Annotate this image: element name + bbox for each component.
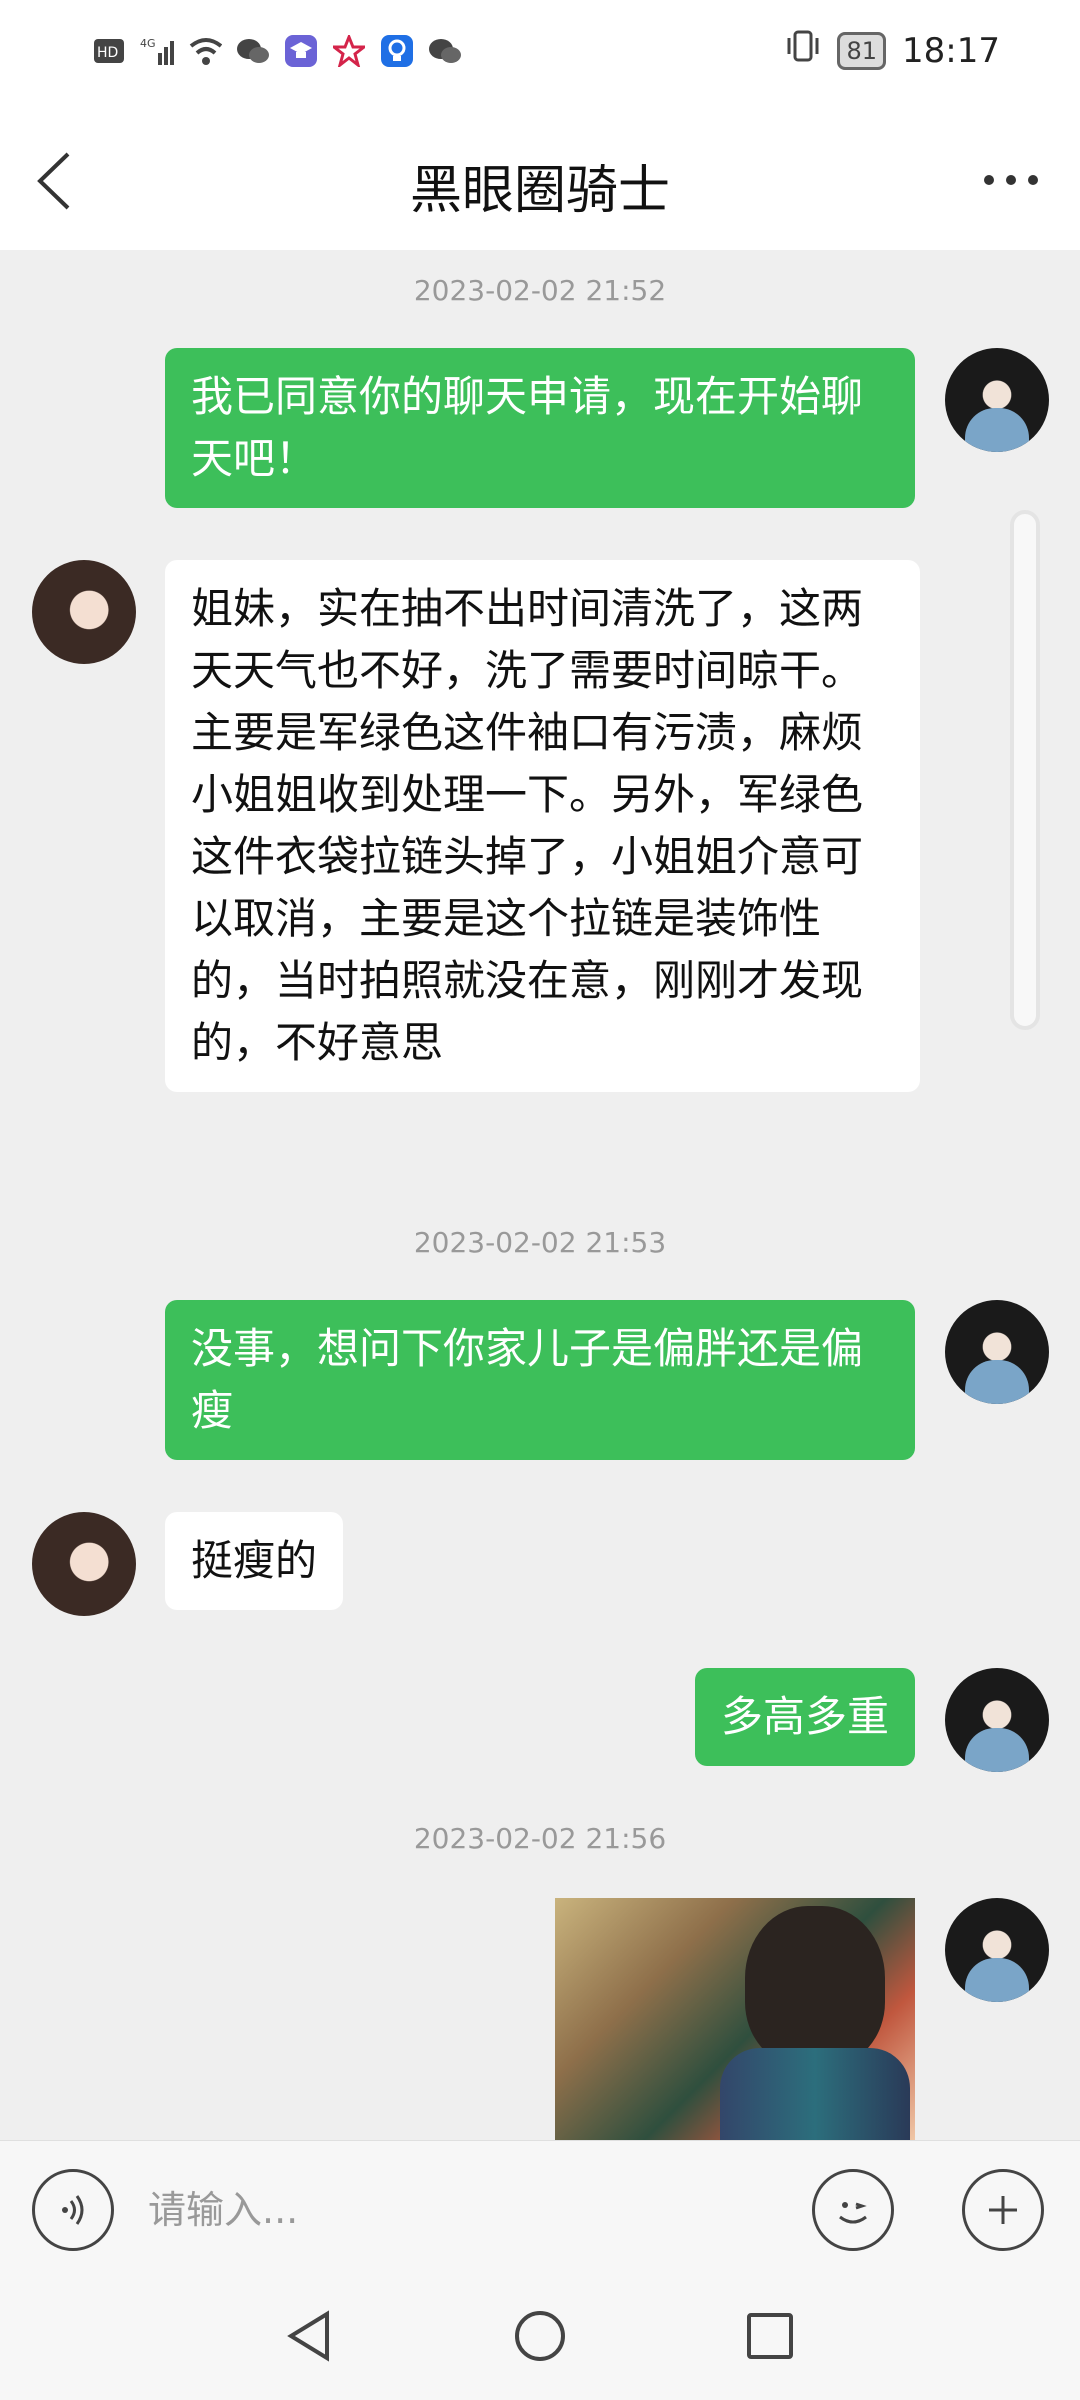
svg-text:4G: 4G <box>140 37 156 50</box>
clock: 18:17 <box>902 30 1000 71</box>
square-recents-icon <box>747 2313 793 2359</box>
nav-back-button[interactable] <box>278 2306 338 2366</box>
my-avatar[interactable] <box>945 1898 1049 2002</box>
input-bar: 请输入... <box>0 2140 1080 2280</box>
circle-home-icon <box>515 2311 565 2361</box>
contact-avatar[interactable] <box>32 1512 136 1616</box>
4g-signal-icon: 4G <box>140 34 174 68</box>
add-button[interactable] <box>962 2169 1044 2251</box>
my-avatar[interactable] <box>945 348 1049 452</box>
wechat-icon <box>236 34 270 68</box>
system-nav-bar <box>0 2280 1080 2400</box>
triangle-back-icon <box>287 2310 329 2362</box>
plus-icon <box>989 2196 1017 2224</box>
scrollbar[interactable] <box>1010 510 1040 1030</box>
timestamp: 2023-02-02 21:52 <box>413 274 667 307</box>
voice-button[interactable] <box>32 2169 114 2251</box>
svg-text:HD: HD <box>97 45 118 61</box>
graduation-cap-app-icon <box>284 34 318 68</box>
photo-subject-head <box>745 1906 885 2066</box>
message-bubble-out[interactable]: 我已同意你的聊天申请，现在开始聊天吧！ <box>165 348 915 508</box>
chat-header: 黑眼圈骑士 <box>0 110 1080 250</box>
vibrate-icon <box>785 28 821 73</box>
emoji-button[interactable] <box>812 2169 894 2251</box>
dot <box>1028 175 1038 185</box>
timestamp: 2023-02-02 21:56 <box>413 1822 667 1855</box>
image-message[interactable] <box>555 1898 915 2140</box>
message-bubble-in[interactable]: 姐妹，实在抽不出时间清洗了，这两天天气也不好，洗了需要时间晾干。主要是军绿色这件… <box>165 560 920 1092</box>
timestamp: 2023-02-02 21:53 <box>413 1226 667 1259</box>
my-avatar[interactable] <box>945 1300 1049 1404</box>
contact-avatar[interactable] <box>32 560 136 664</box>
message-bubble-out[interactable]: 没事，想问下你家儿子是偏胖还是偏瘦 <box>165 1300 915 1460</box>
nav-home-button[interactable] <box>510 2306 570 2366</box>
star-app-icon <box>332 34 366 68</box>
status-right: 81 18:17 <box>785 28 1000 73</box>
wechat-icon <box>428 34 462 68</box>
chat-area[interactable]: 2023-02-02 21:52 我已同意你的聊天申请，现在开始聊天吧！ 姐妹，… <box>0 250 1080 2140</box>
bulb-app-icon <box>380 34 414 68</box>
message-bubble-out[interactable]: 多高多重 <box>694 1668 915 1766</box>
more-options-button[interactable] <box>976 160 1046 200</box>
dot <box>984 175 994 185</box>
dot <box>1006 175 1016 185</box>
status-bar: HD 4G 81 18:17 <box>0 0 1080 110</box>
nav-recents-button[interactable] <box>740 2306 800 2366</box>
my-avatar[interactable] <box>945 1668 1049 1772</box>
message-bubble-in[interactable]: 挺瘦的 <box>165 1512 344 1610</box>
photo-subject-jacket <box>720 2048 910 2140</box>
status-icons: HD 4G <box>92 34 462 68</box>
emoji-icon <box>839 2202 867 2224</box>
battery-indicator: 81 <box>837 31 887 70</box>
message-input[interactable]: 请输入... <box>148 2179 298 2234</box>
wifi-icon <box>188 34 222 68</box>
hd-icon: HD <box>92 34 126 68</box>
voice-icon <box>62 2195 84 2225</box>
page-title: 黑眼圈骑士 <box>409 161 670 221</box>
